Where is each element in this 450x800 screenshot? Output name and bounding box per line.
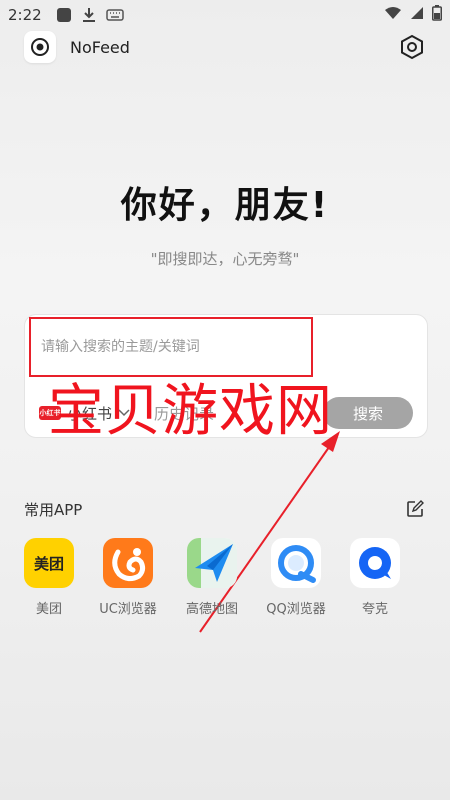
common-apps-header: 常用APP [24,496,426,522]
app-logo-icon [24,31,56,63]
slogan-text: "即搜即达，心无旁骛" [150,250,300,268]
notification-app-icon [56,7,72,23]
app-label: 夸克 [361,602,388,617]
greeting-title: 你好，朋友! [120,185,330,226]
edit-apps-button[interactable] [404,498,426,520]
app-uc-browser[interactable]: UC浏览器 [83,538,173,617]
meituan-icon: 美团 [24,538,74,588]
app-grid: 美团 美团 UC浏览器 高德地图 QQ浏览器 夸克 [0,538,450,628]
app-bar: NoFeed [0,30,450,64]
search-button[interactable]: 搜索 [323,397,413,429]
app-title: NoFeed [70,37,130,57]
amap-icon [187,538,237,588]
quark-icon [350,538,400,588]
app-label: 高德地图 [185,602,238,617]
status-time: 2:22 [8,6,42,24]
download-icon [82,7,96,23]
wifi-icon [384,6,402,24]
edit-icon [407,500,424,517]
common-apps-title: 常用APP [24,500,83,519]
status-bar: 2:22 [0,0,450,30]
app-label: 美团 [35,602,62,617]
battery-icon [432,5,442,25]
settings-hexagon-icon [401,34,423,60]
app-label: QQ浏览器 [266,602,326,617]
app-meituan[interactable]: 美团 美团 [4,538,94,617]
app-amap[interactable]: 高德地图 [167,538,257,617]
app-qq-browser[interactable]: QQ浏览器 [251,538,341,617]
keyboard-icon [105,9,124,21]
signal-icon [410,6,424,24]
app-quark[interactable]: 夸克 [330,538,420,617]
watermark-text: 宝贝游戏网 [48,379,333,444]
uc-browser-icon [103,538,153,588]
qq-browser-icon [271,538,321,588]
settings-button[interactable] [398,33,426,61]
app-label: UC浏览器 [99,602,157,617]
